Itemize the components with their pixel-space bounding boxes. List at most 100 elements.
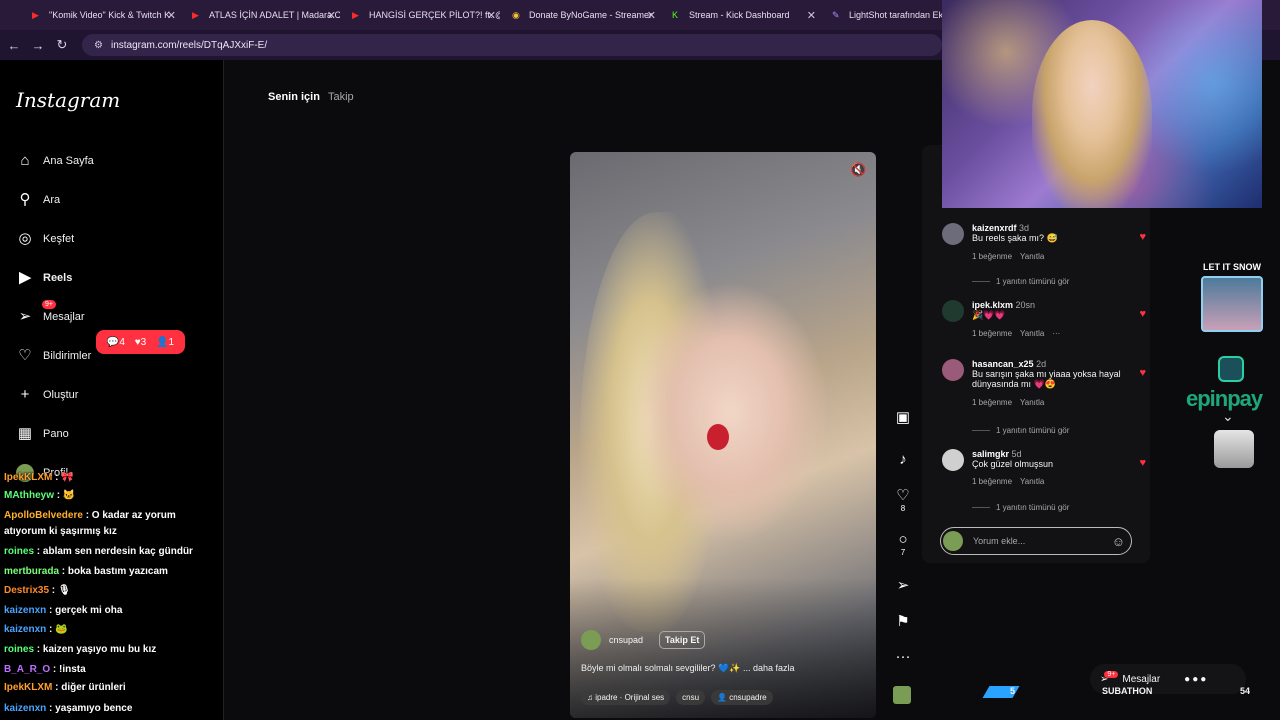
chat-message: kaizenxn : yaşamıyo bence: [4, 703, 132, 714]
chat-text: : diğer ürünleri: [52, 682, 126, 693]
remix-icon[interactable]: ▣: [893, 408, 913, 426]
comment-likes[interactable]: 1 beğenme: [972, 329, 1012, 338]
like-button[interactable]: ♡ 8: [893, 486, 913, 513]
snow-overlay: LET IT SNOW: [1192, 262, 1272, 340]
author-avatar[interactable]: [581, 630, 601, 650]
sidebar-item-oluştur[interactable]: + Oluştur: [16, 384, 79, 406]
tagged-user[interactable]: 👤 cnsupadre: [711, 690, 773, 705]
site-info-icon[interactable]: ⚙: [94, 40, 103, 51]
comment-like-icon[interactable]: ♥: [1139, 308, 1146, 320]
comment-likes[interactable]: 1 beğenme: [972, 398, 1012, 407]
chat-user[interactable]: kaizenxn: [4, 605, 46, 616]
close-icon[interactable]: ✕: [807, 9, 816, 22]
comment-like-icon[interactable]: ♥: [1139, 367, 1146, 379]
close-icon[interactable]: ✕: [327, 9, 336, 22]
author-name[interactable]: cnsupad: [609, 635, 643, 645]
view-replies-button[interactable]: 1 yanıtın tümünü gör: [972, 277, 1069, 286]
chat-user[interactable]: IpekKLXM: [4, 472, 52, 483]
sidebar-item-ana-sayfa[interactable]: ⌂ Ana Sayfa: [16, 150, 94, 172]
emoji-icon[interactable]: ☺: [1112, 534, 1125, 549]
chat-user[interactable]: Destrix35: [4, 585, 49, 596]
sidebar-item-reels[interactable]: ▶ Reels: [16, 267, 72, 289]
reel-caption[interactable]: Böyle mi olmalı solmalı sevgililer? 💙✨ .…: [581, 663, 795, 674]
follow-button[interactable]: Takip Et: [659, 631, 706, 649]
chat-user[interactable]: MAthheyw: [4, 490, 54, 501]
subathon-bar: 5 SUBATHON 54: [982, 686, 1266, 700]
tab-for-you[interactable]: Senin için: [268, 91, 320, 103]
chat-text: atıyorum ki şaşırmış kız: [4, 526, 117, 537]
comment-avatar[interactable]: [942, 300, 964, 322]
reel-video[interactable]: 🔇 cnsupad Takip Et Böyle mi olmalı solma…: [570, 152, 876, 718]
comment-avatar[interactable]: [942, 449, 964, 471]
comment-user[interactable]: kaizenxrdf: [972, 223, 1017, 233]
chat-message: Destrix35 : 🎙: [4, 585, 71, 596]
comment-button[interactable]: ○ 7: [893, 531, 913, 557]
instagram-logo[interactable]: Instagram: [16, 88, 120, 112]
chat-user[interactable]: roines: [4, 644, 34, 655]
chat-user[interactable]: mertburada: [4, 566, 59, 577]
comment-like-icon[interactable]: ♥: [1139, 457, 1146, 469]
sidebar-item-bildirimler[interactable]: ♡ Bildirimler: [16, 345, 91, 367]
sidebar-item-pano[interactable]: ▦ Pano: [16, 423, 69, 445]
save-icon[interactable]: ⚑: [893, 612, 913, 630]
comment-like-icon[interactable]: ♥: [1139, 231, 1146, 243]
browser-tab[interactable]: K Stream - Kick Dashboard ✕: [660, 2, 820, 28]
reply-button[interactable]: Yanıtla: [1020, 329, 1044, 338]
tab-favicon-icon: ▶: [192, 9, 199, 20]
close-icon[interactable]: ✕: [487, 9, 496, 22]
chat-user[interactable]: ApolloBelvedere: [4, 510, 83, 521]
chat-user[interactable]: kaizenxn: [4, 703, 46, 714]
chat-message: mertburada : boka bastım yazıcam: [4, 566, 168, 577]
tab-following[interactable]: Takip: [328, 91, 354, 103]
reply-button[interactable]: Yanıtla: [1020, 477, 1044, 486]
browser-tab[interactable]: ◉ Donate ByNoGame - Streamer ✕: [500, 2, 660, 28]
reply-button[interactable]: Yanıtla: [1020, 398, 1044, 407]
browser-tab[interactable]: ▶ HANGİSİ GERÇEK PİLOT?! ft. @ ✕: [340, 2, 500, 28]
chat-message: roines : ablam sen nerdesin kaç gündür: [4, 546, 193, 557]
audio-track[interactable]: ♫ ipadre · Orijinal ses: [581, 690, 671, 705]
sidebar-item-label: Ana Sayfa: [43, 155, 94, 167]
chat-text: : 🐱: [54, 490, 76, 501]
snow-box: [1201, 276, 1263, 332]
browser-tab[interactable]: ▶ ATLAS İÇİN ADALET | Madara C ✕: [180, 2, 340, 28]
audio-cover-thumbnail[interactable]: [893, 686, 911, 704]
chat-text: : kaizen yaşıyo mu bu kız: [34, 644, 157, 655]
comment-user[interactable]: hasancan_x25: [972, 359, 1034, 369]
view-replies-button[interactable]: 1 yanıtın tümünü gör: [972, 503, 1069, 512]
tag-chip[interactable]: cnsu: [676, 690, 706, 705]
chat-user[interactable]: B_A_R_O: [4, 664, 50, 675]
view-replies-button[interactable]: 1 yanıtın tümünü gör: [972, 426, 1069, 435]
close-icon[interactable]: ✕: [167, 9, 176, 22]
address-bar[interactable]: ⚙ instagram.com/reels/DTqAJXxiF-E/: [82, 34, 942, 56]
chat-user[interactable]: roines: [4, 546, 34, 557]
back-icon[interactable]: ←: [4, 38, 24, 53]
forward-icon[interactable]: →: [28, 38, 48, 53]
close-icon[interactable]: ✕: [647, 9, 656, 22]
share-icon[interactable]: ➢: [893, 576, 913, 594]
comment-likes[interactable]: 1 beğenme: [972, 477, 1012, 486]
reply-button[interactable]: Yanıtla: [1020, 252, 1044, 261]
mute-icon[interactable]: 🔇: [850, 162, 866, 178]
comment-time: 3d: [1019, 223, 1030, 233]
reload-icon[interactable]: ↻: [52, 37, 72, 53]
browser-tab[interactable]: ▶ "Komik Video" Kick & Twitch K ✕: [20, 2, 180, 28]
comment-user[interactable]: salimgkr: [972, 449, 1009, 459]
comment-avatar[interactable]: [942, 223, 964, 245]
follow-count: 👤1: [156, 336, 175, 348]
chat-user[interactable]: IpekKLXM: [4, 682, 52, 693]
plus-icon: +: [20, 386, 30, 403]
sidebar-item-mesajlar[interactable]: ➢ Mesajlar 9+: [16, 300, 85, 328]
tab-favicon-icon: ▶: [32, 9, 39, 20]
comment-likes[interactable]: 1 beğenme: [972, 252, 1012, 261]
comment-input[interactable]: Yorum ekle... ☺: [940, 527, 1132, 555]
snow-title: LET IT SNOW: [1203, 262, 1261, 272]
sidebar-item-keşfet[interactable]: ◎ Keşfet: [16, 228, 74, 250]
comment-avatar[interactable]: [942, 359, 964, 381]
comment-user[interactable]: ipek.klxm: [972, 300, 1013, 310]
more-options-icon[interactable]: ···: [1052, 329, 1060, 338]
music-icon[interactable]: ♪: [893, 451, 913, 468]
sidebar-item-ara[interactable]: ⚲ Ara: [16, 189, 61, 211]
chat-user[interactable]: kaizenxn: [4, 624, 46, 635]
more-icon[interactable]: ···: [893, 648, 913, 665]
notification-popup[interactable]: 💬4 ♥3 👤1: [96, 330, 185, 354]
